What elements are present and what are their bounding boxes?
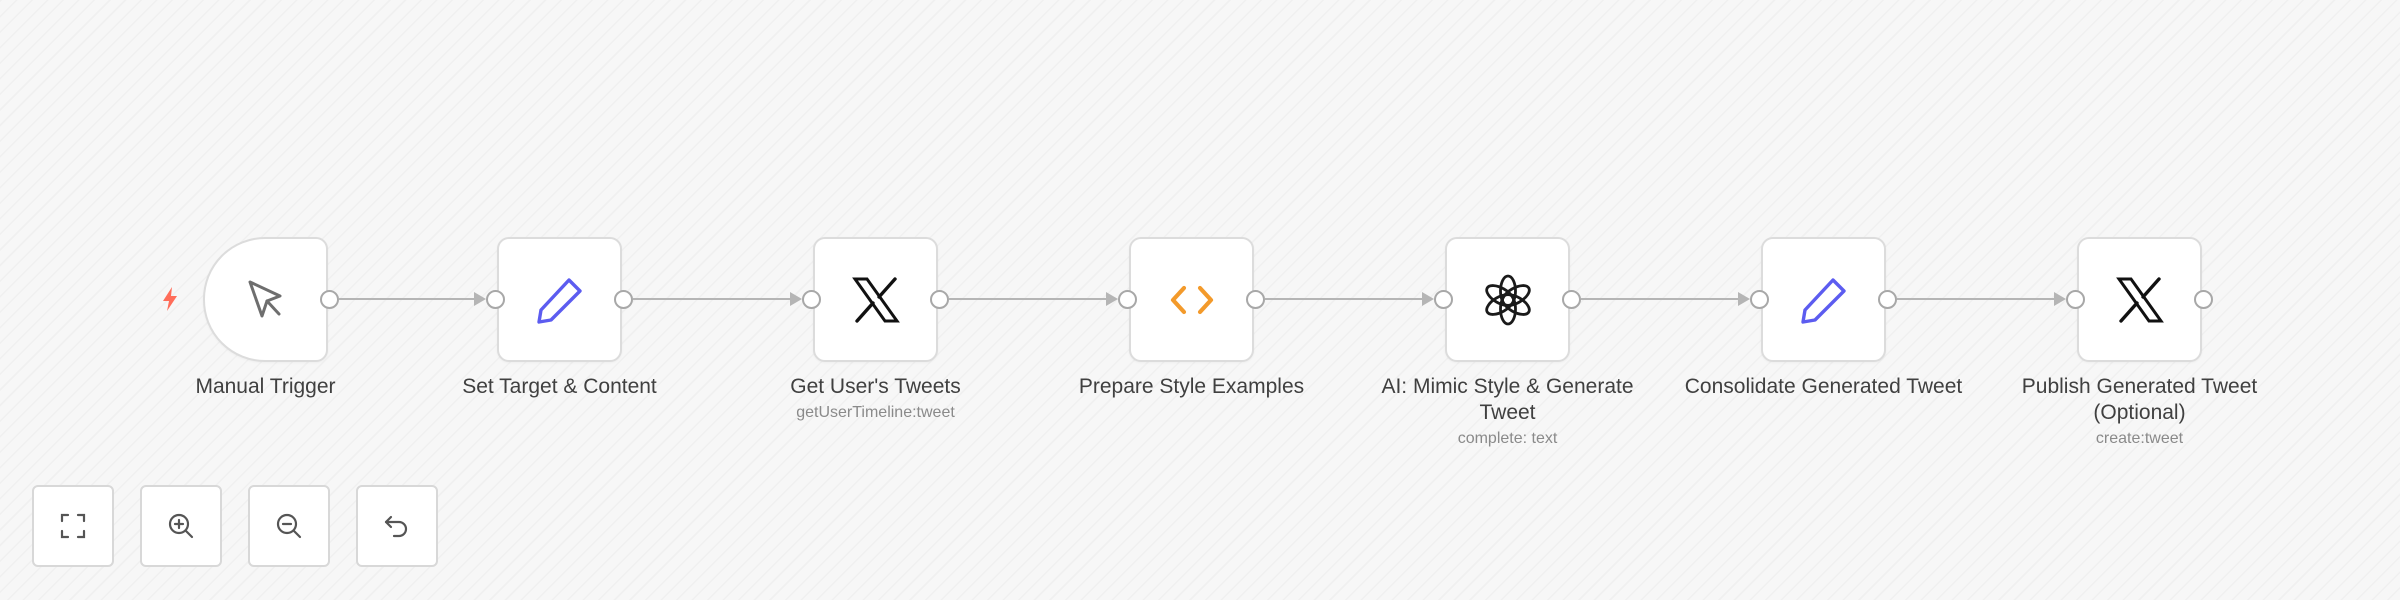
undo-icon bbox=[384, 515, 408, 538]
node-output-handle[interactable] bbox=[320, 290, 339, 309]
code-brackets-icon bbox=[1160, 268, 1224, 332]
node-manual-trigger[interactable] bbox=[203, 237, 328, 362]
node-get-tweets[interactable] bbox=[813, 237, 938, 362]
node-input-handle[interactable] bbox=[802, 290, 821, 309]
node-input-handle[interactable] bbox=[486, 290, 505, 309]
zoom-in-button[interactable] bbox=[140, 485, 222, 567]
pencil-icon bbox=[1792, 268, 1856, 332]
fit-view-button[interactable] bbox=[32, 485, 114, 567]
node-label: AI: Mimic Style & Generate Tweet bbox=[1381, 375, 1634, 424]
node-prepare-style[interactable] bbox=[1129, 237, 1254, 362]
zoom-in-icon bbox=[168, 513, 194, 539]
openai-logo-icon bbox=[1476, 268, 1540, 332]
connection-arrowhead bbox=[1738, 292, 1750, 306]
connection-arrowhead bbox=[790, 292, 802, 306]
node-output-handle[interactable] bbox=[1246, 290, 1265, 309]
node-output-handle[interactable] bbox=[930, 290, 949, 309]
node-sublabel: getUserTimeline:tweet bbox=[796, 404, 955, 421]
node-ai-mimic[interactable] bbox=[1445, 237, 1570, 362]
node-output-handle[interactable] bbox=[2194, 290, 2213, 309]
node-input-handle[interactable] bbox=[1118, 290, 1137, 309]
connection-arrowhead bbox=[1422, 292, 1434, 306]
node-sublabel: create:tweet bbox=[2095, 430, 2184, 447]
pencil-icon bbox=[528, 268, 592, 332]
node-label: Prepare Style Examples bbox=[1078, 375, 1305, 398]
node-label: Publish Generated Tweet (Optional) bbox=[2021, 375, 2258, 424]
lightning-bolt-icon bbox=[163, 287, 177, 311]
zoom-out-icon bbox=[276, 513, 302, 539]
node-label: Manual Trigger bbox=[195, 375, 336, 398]
cursor-pointer-icon bbox=[234, 268, 298, 332]
node-input-handle[interactable] bbox=[1750, 290, 1769, 309]
fit-view-icon bbox=[60, 513, 86, 539]
node-set-target[interactable] bbox=[497, 237, 622, 362]
node-label: Consolidate Generated Tweet bbox=[1684, 375, 1963, 398]
x-logo-icon bbox=[2108, 268, 2172, 332]
node-input-handle[interactable] bbox=[2066, 290, 2085, 309]
node-sublabel: complete: text bbox=[1457, 430, 1558, 447]
connection-arrowhead bbox=[1106, 292, 1118, 306]
node-output-handle[interactable] bbox=[1878, 290, 1897, 309]
node-consolidate[interactable] bbox=[1761, 237, 1886, 362]
node-output-handle[interactable] bbox=[614, 290, 633, 309]
node-input-handle[interactable] bbox=[1434, 290, 1453, 309]
node-output-handle[interactable] bbox=[1562, 290, 1581, 309]
node-label: Get User's Tweets bbox=[790, 375, 961, 398]
reset-zoom-button[interactable] bbox=[356, 485, 438, 567]
x-logo-icon bbox=[844, 268, 908, 332]
node-label: Set Target & Content bbox=[462, 375, 657, 398]
zoom-out-button[interactable] bbox=[248, 485, 330, 567]
connection-arrowhead bbox=[474, 292, 486, 306]
node-publish[interactable] bbox=[2077, 237, 2202, 362]
connection-arrowhead bbox=[2054, 292, 2066, 306]
